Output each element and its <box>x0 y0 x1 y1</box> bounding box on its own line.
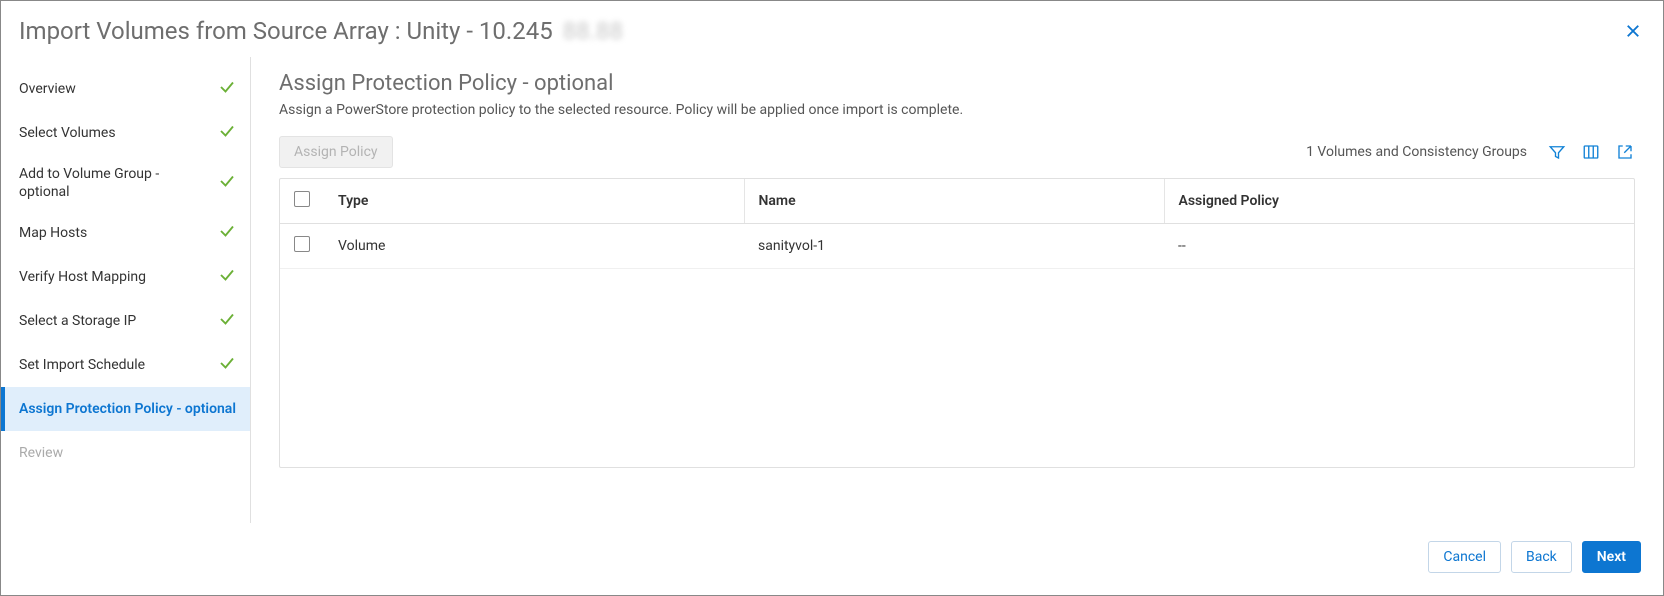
step-label: Review <box>19 444 236 462</box>
row-policy: -- <box>1164 224 1634 269</box>
dialog-body: Overview Select Volumes Add to Volume Gr… <box>1 57 1663 523</box>
next-button[interactable]: Next <box>1582 541 1641 573</box>
step-map-hosts[interactable]: Map Hosts <box>1 211 250 255</box>
step-label: Assign Protection Policy - optional <box>19 400 236 418</box>
filter-button[interactable] <box>1547 142 1567 162</box>
step-storage-ip[interactable]: Select a Storage IP <box>1 299 250 343</box>
step-label: Verify Host Mapping <box>19 268 210 286</box>
step-label: Map Hosts <box>19 224 210 242</box>
table-tool-icons <box>1547 142 1635 162</box>
checkmark-icon <box>218 172 236 194</box>
step-protection-policy[interactable]: Assign Protection Policy - optional <box>1 387 250 431</box>
dialog-titlebar: Import Volumes from Source Array : Unity… <box>1 1 1663 57</box>
page-heading: Assign Protection Policy - optional <box>279 71 1635 96</box>
close-icon <box>1624 22 1642 40</box>
checkmark-icon <box>218 310 236 332</box>
back-button[interactable]: Back <box>1511 541 1572 573</box>
volumes-table-container: Type Name Assigned Policy Volume sanityv… <box>279 178 1635 468</box>
col-type-header[interactable]: Type <box>324 179 744 224</box>
dialog-title-masked: 88.88 <box>563 17 623 45</box>
selection-counter: 1 Volumes and Consistency Groups <box>1306 144 1527 160</box>
step-overview[interactable]: Overview <box>1 67 250 111</box>
row-checkbox[interactable] <box>294 236 310 252</box>
cancel-button[interactable]: Cancel <box>1428 541 1501 573</box>
step-label: Select Volumes <box>19 124 210 142</box>
checkmark-icon <box>218 266 236 288</box>
col-policy-header[interactable]: Assigned Policy <box>1164 179 1634 224</box>
step-select-volumes[interactable]: Select Volumes <box>1 111 250 155</box>
filter-icon <box>1548 143 1566 161</box>
row-name: sanityvol-1 <box>744 224 1164 269</box>
step-label: Set Import Schedule <box>19 356 210 374</box>
wizard-steps: Overview Select Volumes Add to Volume Gr… <box>1 57 251 523</box>
select-all-checkbox[interactable] <box>294 191 310 207</box>
assign-policy-button: Assign Policy <box>279 136 393 168</box>
step-verify-host[interactable]: Verify Host Mapping <box>1 255 250 299</box>
table-row[interactable]: Volume sanityvol-1 -- <box>280 224 1634 269</box>
table-toolbar: Assign Policy 1 Volumes and Consistency … <box>279 136 1635 168</box>
step-volume-group[interactable]: Add to Volume Group - optional <box>1 155 250 211</box>
page-subtitle: Assign a PowerStore protection policy to… <box>279 102 1635 118</box>
step-label: Select a Storage IP <box>19 312 210 330</box>
columns-icon <box>1582 143 1600 161</box>
step-import-schedule[interactable]: Set Import Schedule <box>1 343 250 387</box>
step-label: Overview <box>19 80 210 98</box>
step-review: Review <box>1 431 250 475</box>
columns-button[interactable] <box>1581 142 1601 162</box>
checkmark-icon <box>218 78 236 100</box>
external-link-icon <box>1616 143 1634 161</box>
checkmark-icon <box>218 122 236 144</box>
close-button[interactable] <box>1621 19 1645 43</box>
col-name-header[interactable]: Name <box>744 179 1164 224</box>
export-button[interactable] <box>1615 142 1635 162</box>
table-header-row: Type Name Assigned Policy <box>280 179 1634 224</box>
volumes-table: Type Name Assigned Policy Volume sanityv… <box>280 179 1634 269</box>
checkmark-icon <box>218 222 236 244</box>
row-type: Volume <box>324 224 744 269</box>
dialog-title: Import Volumes from Source Array : Unity… <box>19 17 623 45</box>
wizard-footer: Cancel Back Next <box>1 523 1663 595</box>
dialog-title-text: Import Volumes from Source Array : Unity… <box>19 17 553 45</box>
wizard-content: Assign Protection Policy - optional Assi… <box>251 57 1663 523</box>
step-label: Add to Volume Group - optional <box>19 165 210 201</box>
checkmark-icon <box>218 354 236 376</box>
